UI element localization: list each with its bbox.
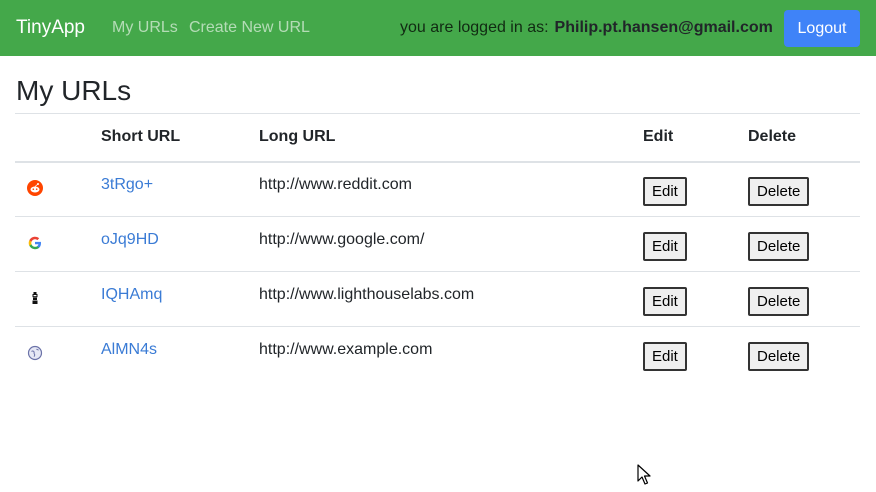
delete-button[interactable]: Delete (748, 231, 810, 261)
table-header-row: Short URL Long URL Edit Delete (15, 113, 860, 163)
edit-button[interactable]: Edit (643, 231, 687, 261)
mouse-cursor-icon (637, 464, 651, 485)
long-url: http://www.example.com (259, 322, 643, 378)
reddit-icon (27, 180, 43, 197)
brand-link[interactable]: TinyApp (16, 16, 85, 40)
user-email: Philip.pt.hansen@gmail.com (554, 19, 773, 36)
header-long-url: Long URL (259, 113, 643, 163)
header-icon (15, 113, 101, 163)
login-status: you are logged in as: Philip.pt.hansen@gm… (400, 18, 773, 38)
table-row: oJq9HD http://www.google.com/ Edit Delet… (15, 212, 860, 272)
header-delete: Delete (748, 113, 860, 163)
delete-button[interactable]: Delete (748, 341, 810, 371)
edit-button[interactable]: Edit (643, 341, 687, 371)
globe-icon (27, 345, 43, 361)
long-url: http://www.google.com/ (259, 212, 643, 268)
urls-table: Short URL Long URL Edit Delete 3tRgo+ ht… (15, 113, 860, 382)
lighthouselabs-icon (32, 291, 38, 304)
short-url-link[interactable]: IQHAmq (101, 286, 162, 303)
edit-button[interactable]: Edit (643, 176, 687, 206)
short-url-link[interactable]: AlMN4s (101, 341, 157, 358)
nav-create-url-link[interactable]: Create New URL (189, 18, 310, 38)
nav-my-urls-link[interactable]: My URLs (112, 18, 178, 38)
short-url-link[interactable]: 3tRgo+ (101, 176, 153, 193)
google-icon (28, 236, 41, 249)
header-edit: Edit (643, 113, 748, 163)
top-navbar: TinyApp My URLs Create New URL you are l… (0, 0, 876, 56)
long-url: http://www.reddit.com (259, 176, 412, 194)
delete-button[interactable]: Delete (748, 176, 810, 206)
logout-button[interactable]: Logout (784, 10, 860, 47)
login-prefix: you are logged in as: (400, 19, 549, 36)
table-row: AlMN4s http://www.example.com Edit Delet… (15, 322, 860, 382)
page-title: My URLs (16, 75, 132, 106)
table-row: IQHAmq http://www.lighthouselabs.com Edi… (15, 267, 860, 327)
header-short-url: Short URL (101, 113, 259, 163)
short-url-link[interactable]: oJq9HD (101, 231, 159, 248)
delete-button[interactable]: Delete (748, 286, 810, 316)
table-row: 3tRgo+ http://www.reddit.com Edit Delete (15, 162, 860, 217)
edit-button[interactable]: Edit (643, 286, 687, 316)
long-url: http://www.lighthouselabs.com (259, 267, 643, 323)
